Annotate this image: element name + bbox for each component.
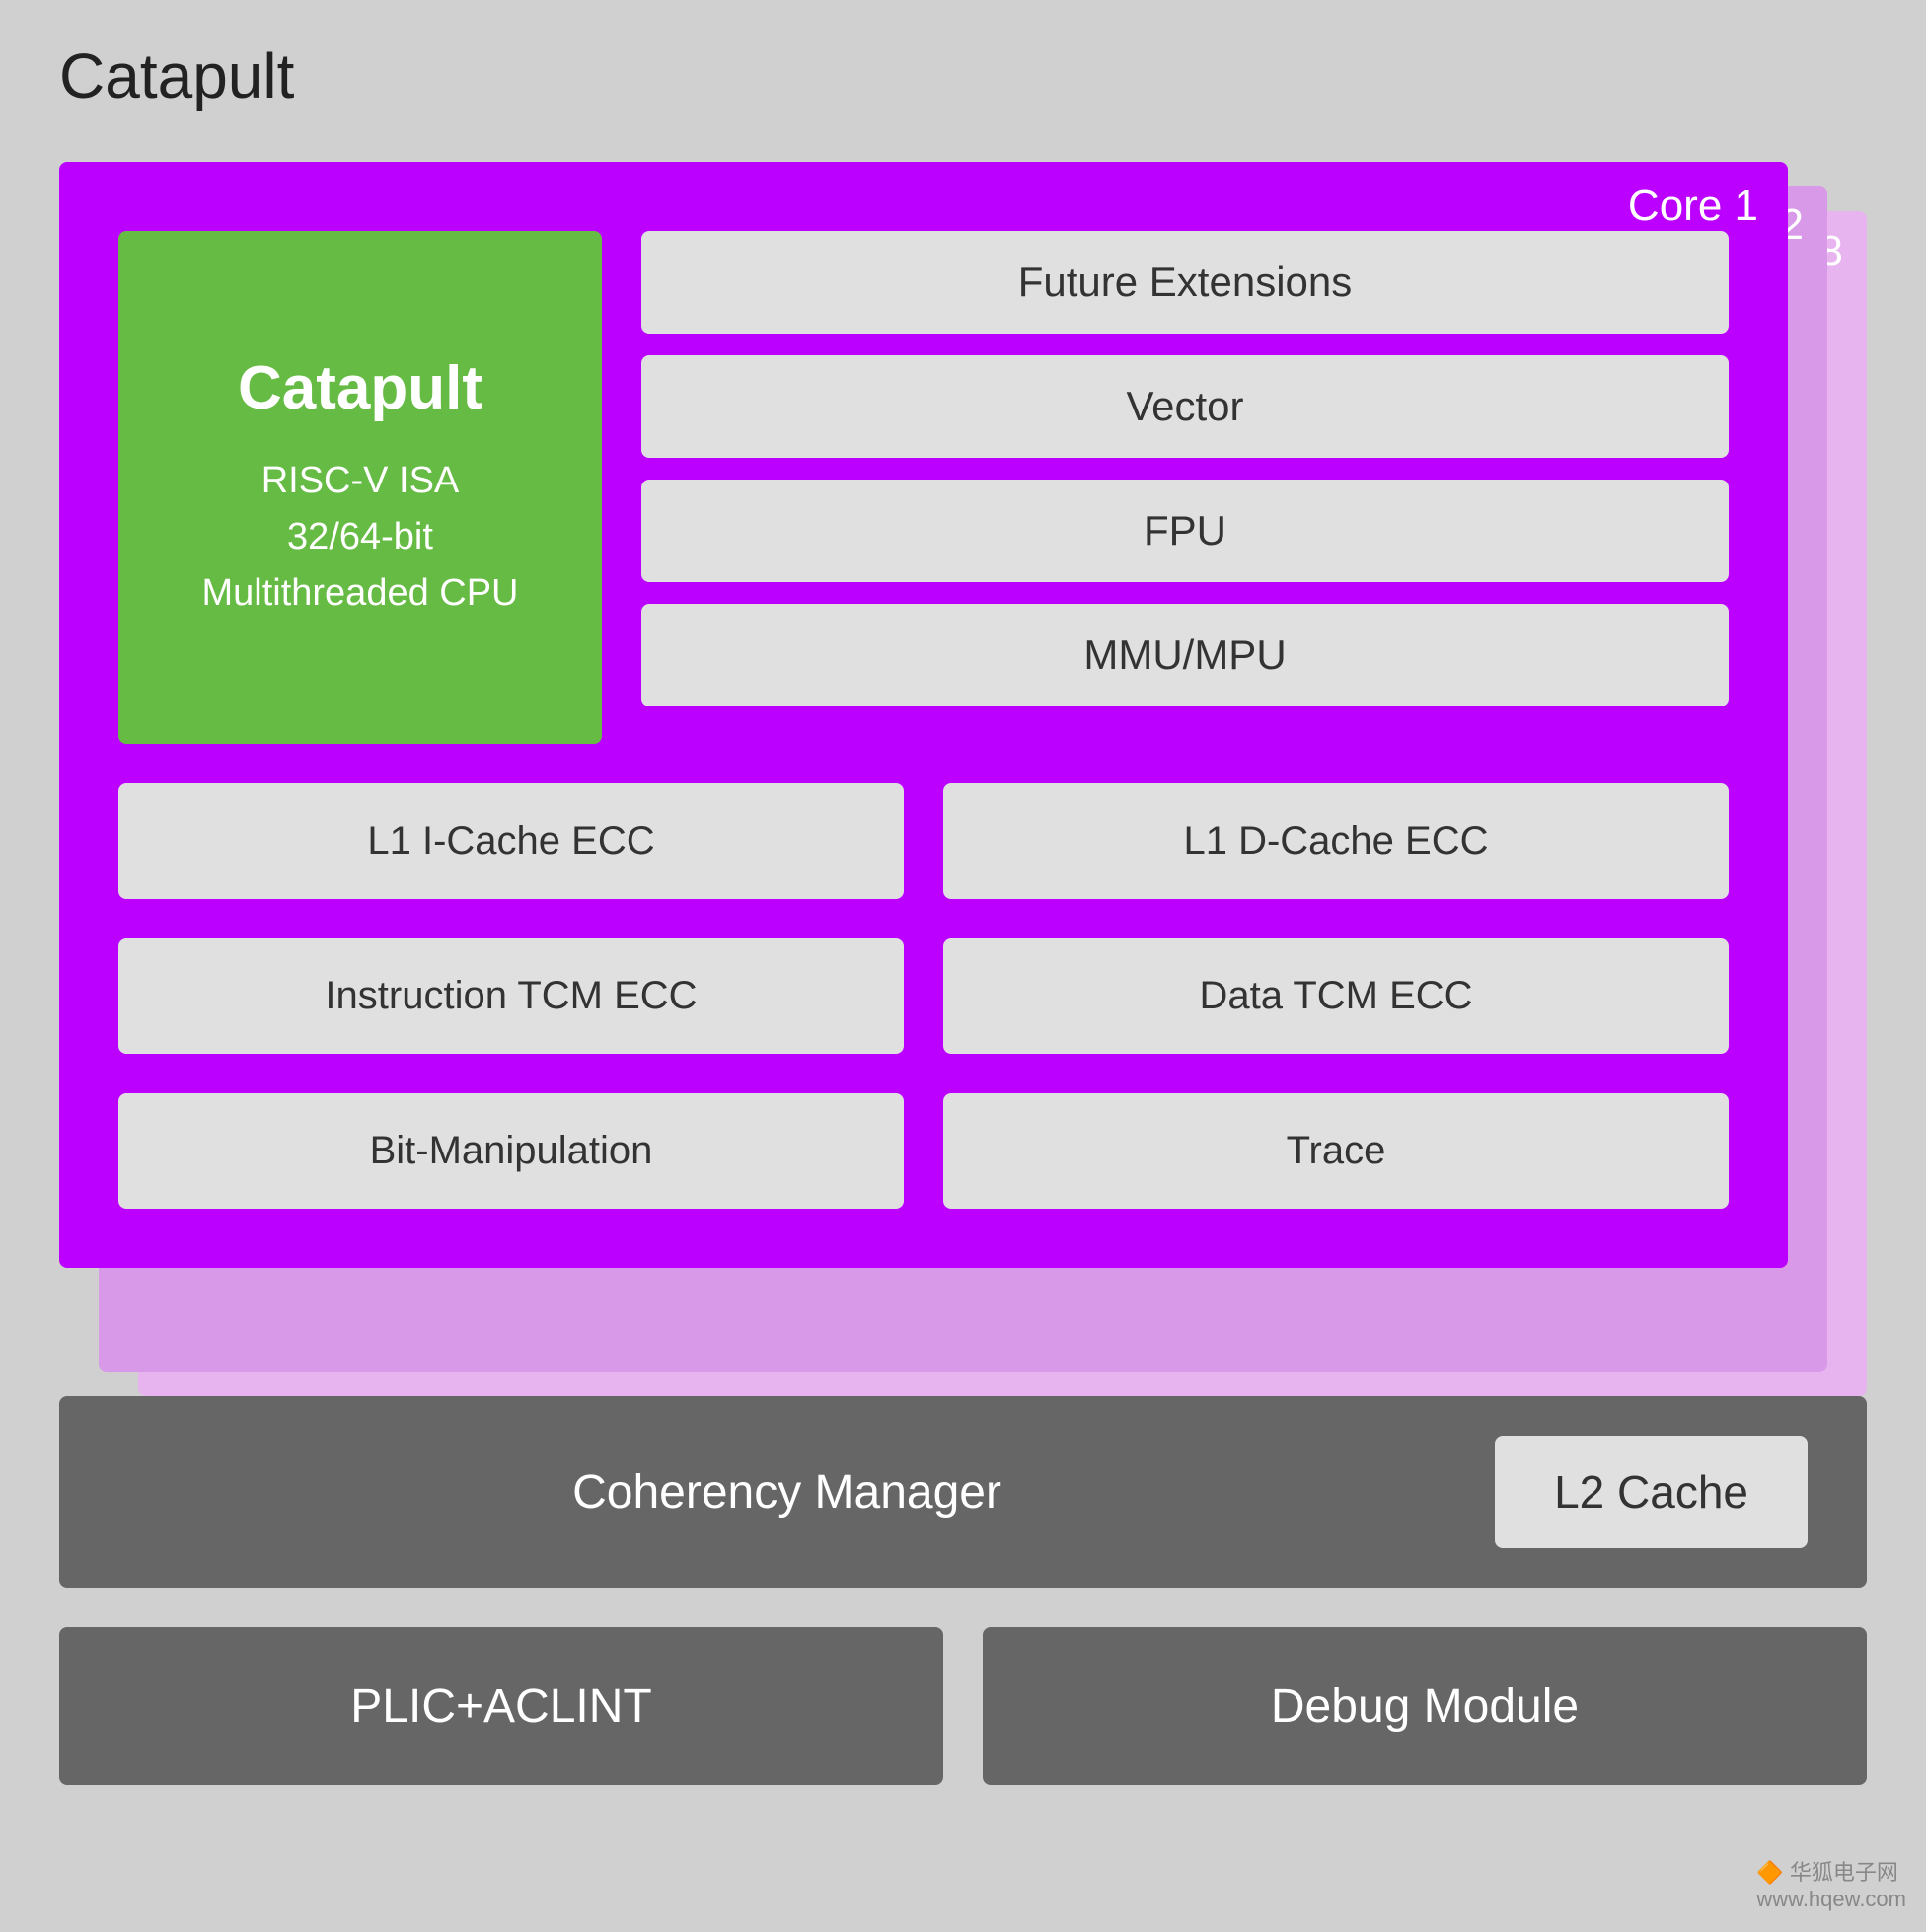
page-title: Catapult bbox=[59, 39, 1867, 112]
l1-dcache-box: L1 D-Cache ECC bbox=[943, 783, 1729, 899]
core-inner: Catapult RISC-V ISA32/64-bitMultithreade… bbox=[118, 231, 1729, 744]
core-1-label: Core 1 bbox=[1628, 182, 1758, 231]
tcm-row: Instruction TCM ECC Data TCM ECC bbox=[118, 938, 1729, 1054]
main-container: 8 2 Core 1 Catapult RISC-V ISA32/64-bitM… bbox=[59, 162, 1867, 1785]
watermark-text: 🔶 华狐电子网www.hqew.com bbox=[1756, 1860, 1906, 1911]
fpu-box: FPU bbox=[641, 480, 1729, 582]
coherency-label: Coherency Manager bbox=[118, 1465, 1455, 1520]
trace-box: Trace bbox=[943, 1093, 1729, 1209]
core-1: Core 1 Catapult RISC-V ISA32/64-bitMulti… bbox=[59, 162, 1788, 1268]
instruction-tcm-box: Instruction TCM ECC bbox=[118, 938, 904, 1054]
future-extensions-box: Future Extensions bbox=[641, 231, 1729, 334]
extensions-column: Future Extensions Vector FPU MMU/MPU bbox=[641, 231, 1729, 744]
cache-row: L1 I-Cache ECC L1 D-Cache ECC bbox=[118, 783, 1729, 899]
vector-box: Vector bbox=[641, 355, 1729, 458]
catapult-cpu-box: Catapult RISC-V ISA32/64-bitMultithreade… bbox=[118, 231, 602, 744]
data-tcm-box: Data TCM ECC bbox=[943, 938, 1729, 1054]
bottom-row: PLIC+ACLINT Debug Module bbox=[59, 1627, 1867, 1785]
core-stack: 8 2 Core 1 Catapult RISC-V ISA32/64-bitM… bbox=[59, 162, 1867, 1347]
misc-row: Bit-Manipulation Trace bbox=[118, 1093, 1729, 1209]
catapult-title: Catapult bbox=[238, 353, 482, 423]
mmu-mpu-box: MMU/MPU bbox=[641, 604, 1729, 706]
watermark: 🔶 华狐电子网www.hqew.com bbox=[1756, 1855, 1906, 1912]
debug-module-box: Debug Module bbox=[983, 1627, 1867, 1785]
catapult-subtitle: RISC-V ISA32/64-bitMultithreaded CPU bbox=[201, 453, 518, 622]
plic-aclint-box: PLIC+ACLINT bbox=[59, 1627, 943, 1785]
bit-manipulation-box: Bit-Manipulation bbox=[118, 1093, 904, 1209]
coherency-section: Coherency Manager L2 Cache bbox=[59, 1396, 1867, 1588]
l2-cache-box: L2 Cache bbox=[1495, 1436, 1808, 1548]
l1-icache-box: L1 I-Cache ECC bbox=[118, 783, 904, 899]
